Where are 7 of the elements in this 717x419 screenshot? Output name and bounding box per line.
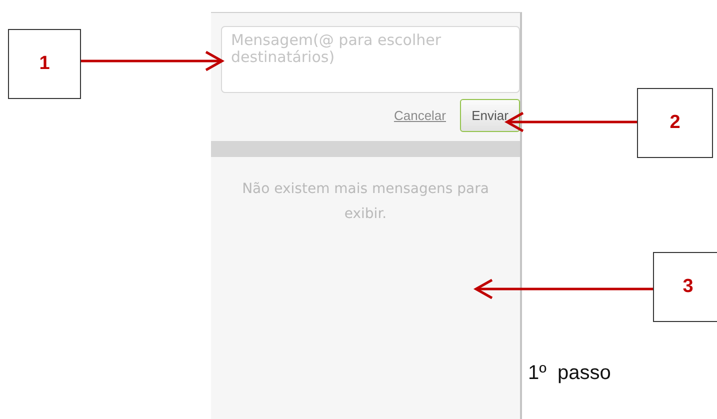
empty-message: Não existem mais mensagens para exibir.	[241, 180, 490, 224]
send-button[interactable]: Enviar	[460, 99, 520, 132]
message-field[interactable]: Mensagem(@ para escolher destinatários)	[221, 26, 520, 93]
callout-box: 1	[8, 29, 81, 99]
callout-box: 3	[653, 252, 717, 322]
caption: 1º passo	[528, 362, 611, 385]
callout-box: 2	[637, 88, 713, 158]
